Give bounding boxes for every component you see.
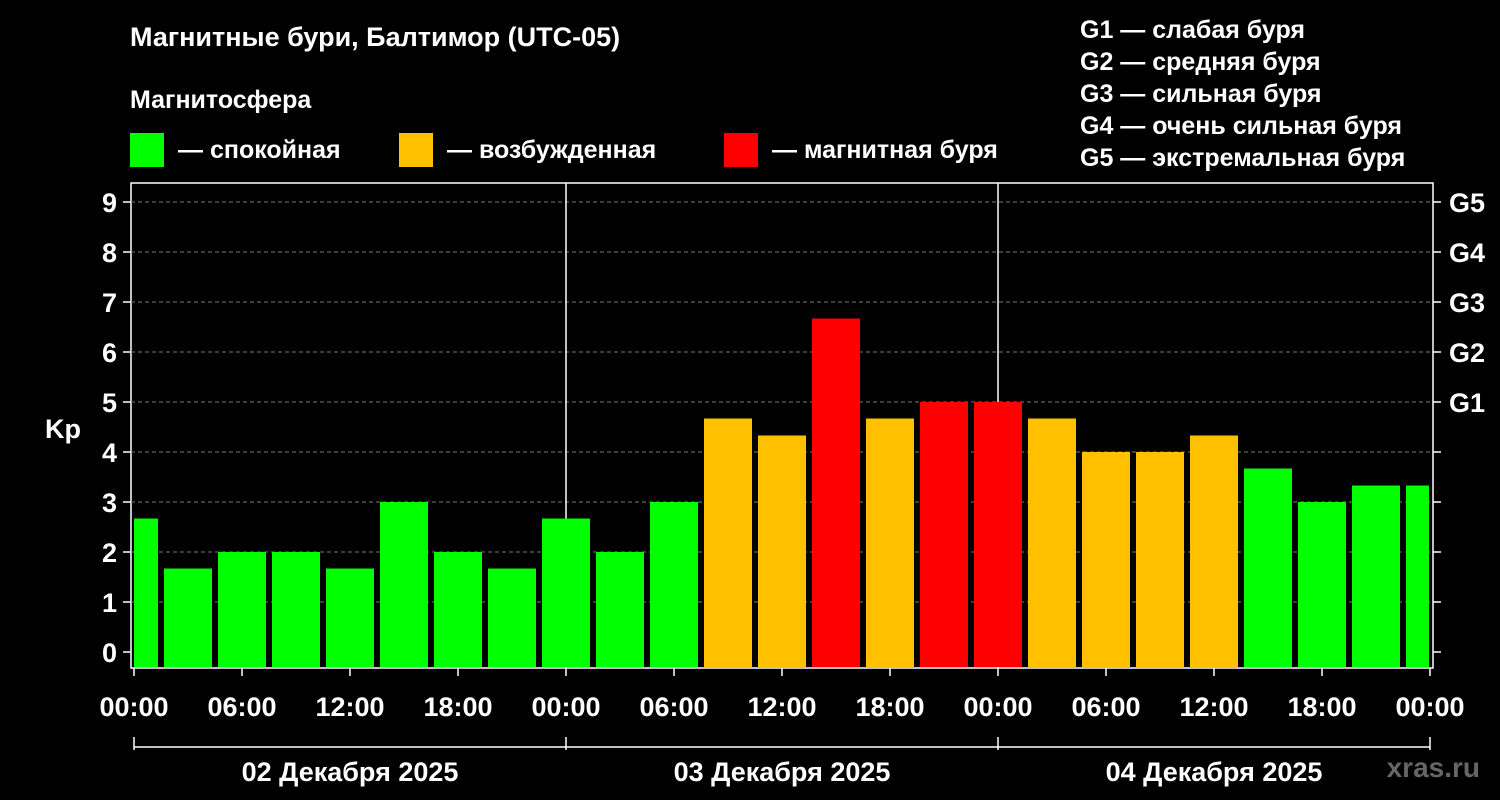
day-label: 03 Декабря 2025: [674, 757, 891, 787]
y-tick-label: 0: [102, 638, 117, 668]
bar: [164, 568, 212, 667]
bar: [1406, 485, 1429, 667]
bar: [272, 552, 320, 667]
bar: [704, 418, 752, 667]
x-tick-label: 06:00: [639, 692, 708, 722]
g-level-label: G4: [1449, 238, 1485, 268]
bar: [1136, 452, 1184, 667]
y-tick-label: 9: [102, 188, 117, 218]
x-tick-label: 12:00: [747, 692, 816, 722]
g-level-label: G5: [1449, 188, 1485, 218]
g-level-label: G2: [1449, 338, 1485, 368]
x-tick-label: 12:00: [1179, 692, 1248, 722]
x-tick-label: 06:00: [1071, 692, 1140, 722]
y-tick-label: 6: [102, 338, 117, 368]
bar: [866, 418, 914, 667]
x-tick-label: 00:00: [963, 692, 1032, 722]
bar: [326, 568, 374, 667]
x-tick-label: 06:00: [207, 692, 276, 722]
day-label: 04 Декабря 2025: [1106, 757, 1323, 787]
y-tick-label: 7: [102, 288, 117, 318]
bar: [1082, 452, 1130, 667]
x-tick-label: 12:00: [315, 692, 384, 722]
y-tick-label: 8: [102, 238, 117, 268]
day-label: 02 Декабря 2025: [242, 757, 459, 787]
bar: [1028, 418, 1076, 667]
bar: [650, 502, 698, 667]
bar: [974, 402, 1022, 667]
y-tick-label: 1: [102, 588, 117, 618]
y-tick-label: 3: [102, 488, 117, 518]
x-tick-label: 00:00: [531, 692, 600, 722]
bar: [1190, 435, 1238, 667]
y-axis-label: Kp: [45, 414, 81, 444]
x-tick-label: 18:00: [423, 692, 492, 722]
bar: [758, 435, 806, 667]
bar: [542, 518, 590, 667]
bar: [1298, 502, 1346, 667]
watermark: xras.ru: [1386, 752, 1480, 783]
y-tick-label: 5: [102, 388, 117, 418]
x-tick-label: 18:00: [855, 692, 924, 722]
bar: [1244, 468, 1292, 667]
x-tick-label: 00:00: [99, 692, 168, 722]
bar: [812, 318, 860, 667]
x-tick-label: 18:00: [1287, 692, 1356, 722]
bar: [218, 552, 266, 667]
bar: [380, 502, 428, 667]
bar: [434, 552, 482, 667]
bar: [1352, 485, 1400, 667]
bar: [596, 552, 644, 667]
bar: [920, 402, 968, 667]
y-tick-label: 2: [102, 538, 117, 568]
g-level-label: G1: [1449, 388, 1485, 418]
bar: [134, 518, 158, 667]
g-level-label: G3: [1449, 288, 1485, 318]
x-tick-label: 00:00: [1395, 692, 1464, 722]
bar: [488, 568, 536, 667]
kp-chart: 0 1 2 3 4 5 6 7 8 9 G1 G2 G3 G4 G5 Kp 00:00 06:00 12:00 18:…: [45, 182, 1485, 787]
y-tick-label: 4: [102, 438, 117, 468]
